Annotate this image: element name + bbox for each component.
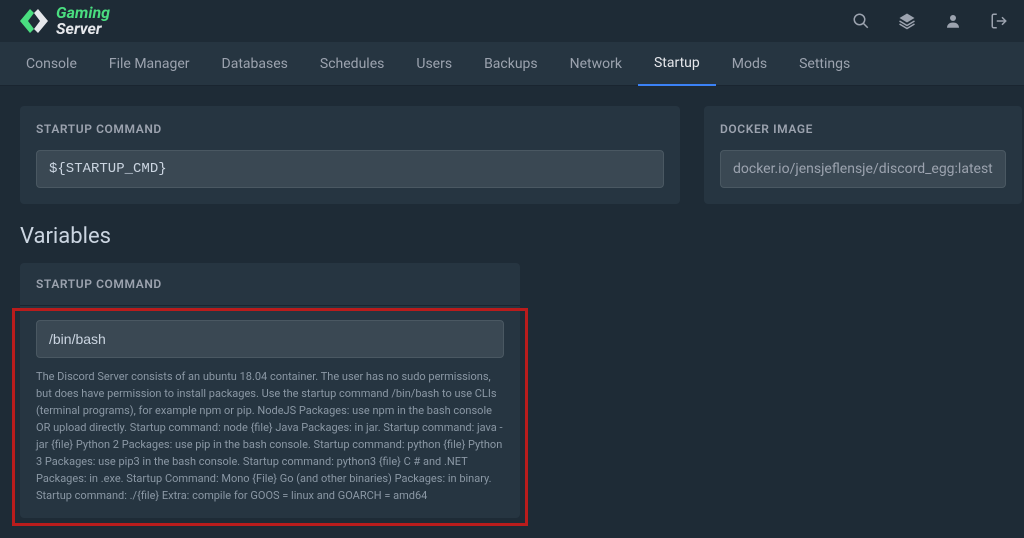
- docker-image-panel: DOCKER IMAGE docker.io/jensjeflensje/dis…: [704, 106, 1022, 204]
- startup-command-panel: STARTUP COMMAND ${STARTUP_CMD}: [20, 106, 680, 204]
- nav-users[interactable]: Users: [400, 42, 468, 86]
- topbar-actions: [852, 12, 1008, 30]
- nav-settings[interactable]: Settings: [783, 42, 866, 86]
- logout-icon[interactable]: [990, 12, 1008, 30]
- variable-startup-command-panel: STARTUP COMMAND The Discord Server consi…: [20, 263, 520, 518]
- layers-icon[interactable]: [898, 12, 916, 30]
- nav-databases[interactable]: Databases: [206, 42, 304, 86]
- variable-title: STARTUP COMMAND: [20, 263, 520, 306]
- logo-text-bottom: Server: [56, 21, 110, 37]
- docker-image-title: DOCKER IMAGE: [720, 122, 1006, 136]
- variables-heading: Variables: [20, 224, 680, 249]
- nav-backups[interactable]: Backups: [468, 42, 554, 86]
- nav-startup[interactable]: Startup: [638, 42, 716, 86]
- variable-description: The Discord Server consists of an ubuntu…: [36, 368, 504, 504]
- startup-command-title: STARTUP COMMAND: [36, 122, 664, 136]
- variable-input[interactable]: [36, 320, 504, 358]
- topbar: Gaming Server: [0, 0, 1024, 42]
- logo-icon: [16, 3, 52, 39]
- nav-mods[interactable]: Mods: [716, 42, 783, 86]
- docker-image-value[interactable]: docker.io/jensjeflensje/discord_egg:late…: [720, 150, 1006, 188]
- navbar: Console File Manager Databases Schedules…: [0, 42, 1024, 86]
- startup-command-value: ${STARTUP_CMD}: [36, 150, 664, 188]
- user-icon[interactable]: [944, 12, 962, 30]
- logo[interactable]: Gaming Server: [16, 3, 110, 39]
- nav-console[interactable]: Console: [10, 42, 93, 86]
- nav-file-manager[interactable]: File Manager: [93, 42, 206, 86]
- nav-schedules[interactable]: Schedules: [304, 42, 400, 86]
- nav-network[interactable]: Network: [554, 42, 638, 86]
- search-icon[interactable]: [852, 12, 870, 30]
- content: STARTUP COMMAND ${STARTUP_CMD} Variables…: [0, 86, 1024, 538]
